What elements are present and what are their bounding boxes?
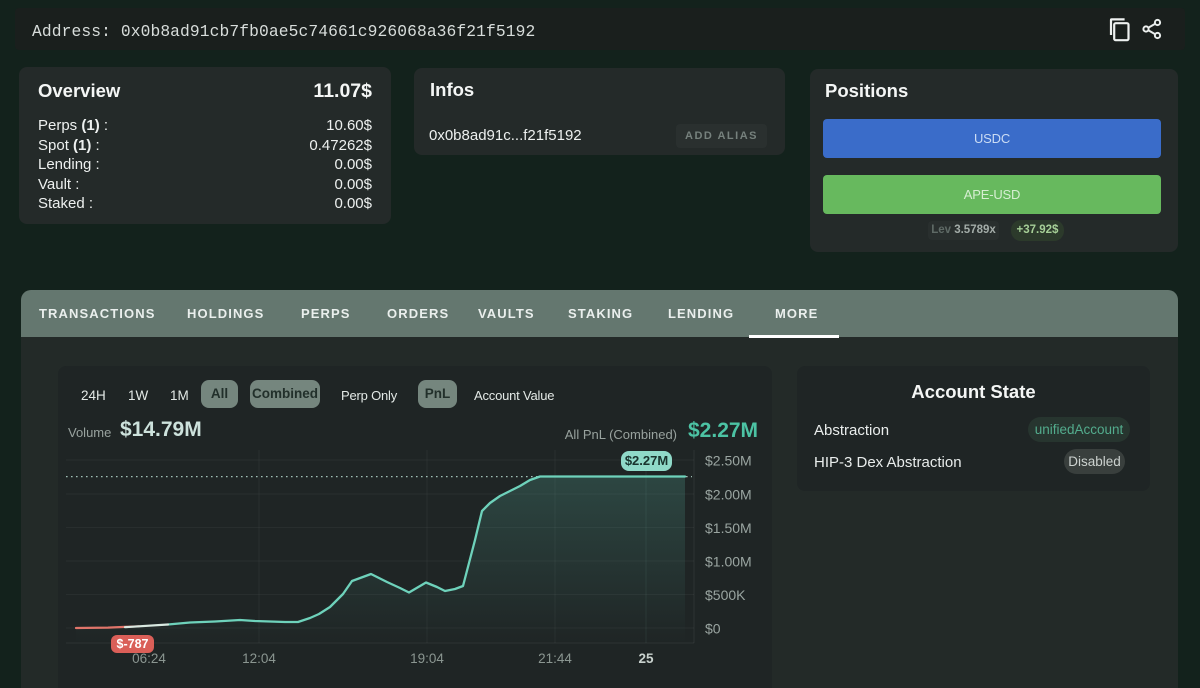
svg-text:$1.00M: $1.00M xyxy=(705,554,752,570)
svg-text:$2.00M: $2.00M xyxy=(705,487,752,503)
svg-text:$2.50M: $2.50M xyxy=(705,453,752,469)
svg-text:12:04: 12:04 xyxy=(242,651,276,666)
svg-text:$0: $0 xyxy=(705,621,721,637)
svg-text:19:04: 19:04 xyxy=(410,651,444,666)
svg-text:$1.50M: $1.50M xyxy=(705,520,752,536)
svg-text:$500K: $500K xyxy=(705,587,746,603)
svg-text:25: 25 xyxy=(638,651,654,666)
svg-text:21:44: 21:44 xyxy=(538,651,572,666)
svg-text:06:24: 06:24 xyxy=(132,651,166,666)
